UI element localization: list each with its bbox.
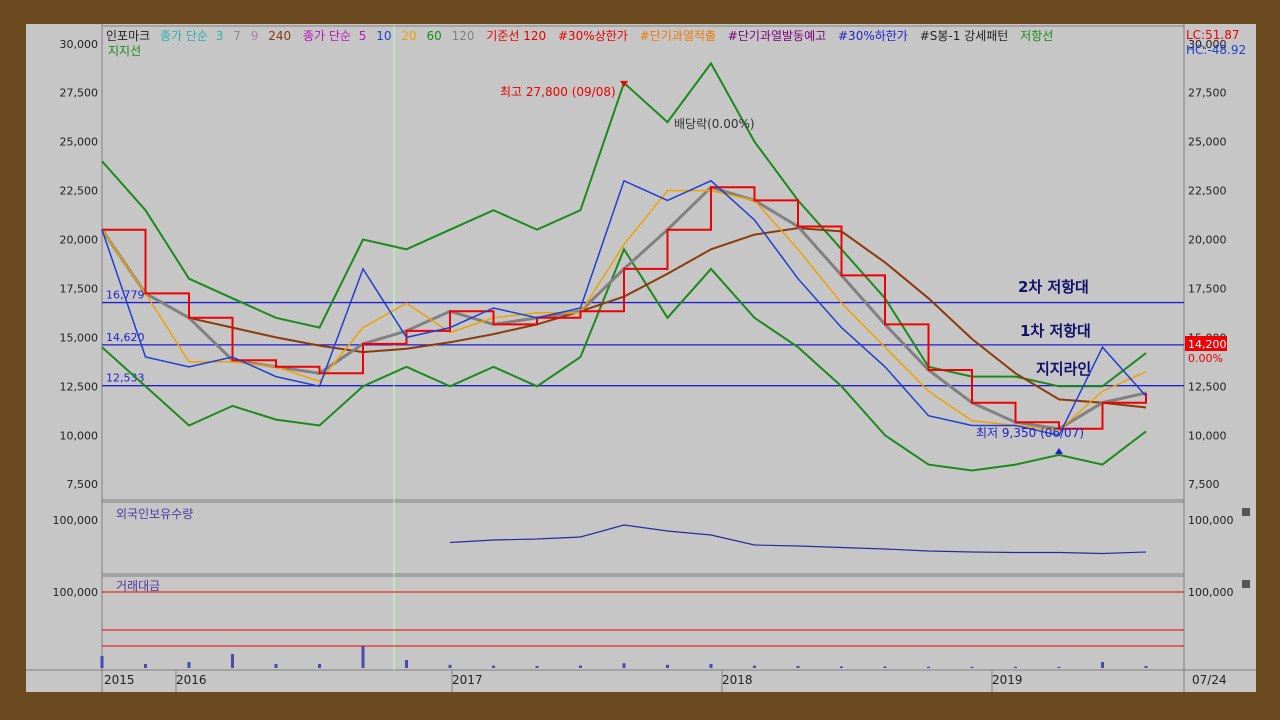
amount-bar xyxy=(100,656,104,668)
y-tick-left: 12,500 xyxy=(60,380,99,393)
price-box-text: 14,200 xyxy=(1188,338,1227,351)
amount-bar xyxy=(927,666,930,668)
y-tick-left: 27,500 xyxy=(60,87,99,100)
x-tick-2015: 2015 xyxy=(104,673,135,687)
x-tick-2019: 2019 xyxy=(992,673,1023,687)
legend-upper: #30%상한가 xyxy=(558,29,628,43)
foreign-holding-panel[interactable] xyxy=(101,501,1185,575)
amount-bar xyxy=(318,664,321,668)
legend-ma-5: 5 xyxy=(359,29,367,43)
amount-bar xyxy=(274,664,278,668)
legend-ma-240: 240 xyxy=(268,29,291,43)
lc-value: LC:51.87 xyxy=(1186,28,1239,42)
panel2-tick-left: 100,000 xyxy=(53,514,99,527)
y-tick-right: 17,500 xyxy=(1188,282,1227,295)
resistance-1-label: 1차 저항대 xyxy=(1020,322,1091,340)
amount-bar xyxy=(448,664,452,668)
legend-ma-label: 종가 단순 xyxy=(160,29,208,43)
panel3-title: 거래대금 xyxy=(116,579,160,593)
hc-value: HC:-48.92 xyxy=(1186,43,1246,57)
amount-bar xyxy=(1101,662,1104,668)
panel3-close-icon[interactable] xyxy=(1242,580,1250,588)
amount-bar xyxy=(1057,666,1061,668)
legend-overheat: #단기과열적출 xyxy=(640,29,716,43)
panel2-close-icon[interactable] xyxy=(1242,508,1250,516)
amount-bar xyxy=(405,660,408,668)
amount-bar xyxy=(796,666,800,668)
legend-ma-label2: 종가 단순 xyxy=(303,29,351,43)
support-line-label: 지지라인 xyxy=(1036,360,1091,378)
amount-bar xyxy=(709,664,713,668)
amount-bar xyxy=(187,662,191,668)
legend-ma-120: 120 xyxy=(452,29,475,43)
amount-bar xyxy=(144,664,147,668)
low-annotation: 최저 9,350 (06/07) xyxy=(976,426,1084,440)
panel3-tick-left: 100,000 xyxy=(53,586,99,599)
y-tick-left: 20,000 xyxy=(60,234,99,247)
y-tick-right: 27,500 xyxy=(1188,87,1227,100)
amount-bar xyxy=(535,666,539,668)
dividend-annotation: 배당락(0.00%) xyxy=(674,117,755,131)
amount-bar xyxy=(1144,666,1148,668)
y-tick-left: 30,000 xyxy=(60,38,99,51)
stock-chart[interactable]: 30,000 30,00027,500 27,50025,000 25,00022,5… xyxy=(26,24,1256,692)
amount-bar xyxy=(883,666,887,668)
legend-support: 지지선 xyxy=(108,44,141,58)
high-annotation: 최고 27,800 (09/08) xyxy=(500,85,616,99)
amount-bar xyxy=(840,666,843,668)
amount-bar xyxy=(970,666,974,668)
legend-ma-10: 10 xyxy=(376,29,391,43)
amount-bar xyxy=(579,665,582,668)
date-label: 07/24 xyxy=(1192,673,1227,687)
amount-bar xyxy=(753,665,756,668)
panel2-tick-right: 100,000 xyxy=(1188,514,1234,527)
y-tick-left: 15,000 xyxy=(60,331,99,344)
legend-overheat-warn: #단기과열발동예고 xyxy=(728,29,826,43)
y-tick-right: 20,000 xyxy=(1188,234,1227,247)
panel3-tick-right: 100,000 xyxy=(1188,586,1234,599)
pct-box-text: 0.00% xyxy=(1188,352,1223,365)
legend-ma-9: 9 xyxy=(251,29,259,43)
x-tick-2017: 2017 xyxy=(452,673,483,687)
legend-name: 인포마크 xyxy=(106,29,150,43)
resistance-2-label: 2차 저항대 xyxy=(1018,278,1089,296)
y-tick-left: 10,000 xyxy=(60,429,99,442)
y-tick-left: 25,000 xyxy=(60,136,99,149)
y-tick-left: 7,500 xyxy=(67,478,99,491)
chart-window: 30,000 30,000 27,500 27,500 25,000 25,000 22,5… xyxy=(26,24,1256,692)
legend-ma-3: 3 xyxy=(216,29,224,43)
legend-ma-60: 60 xyxy=(426,29,441,43)
y-tick-right: 10,000 xyxy=(1188,429,1227,442)
y-tick-right: 7,500 xyxy=(1188,478,1220,491)
legend-base: 기준선 120 xyxy=(486,29,546,43)
trading-amount-panel[interactable] xyxy=(101,575,1185,671)
legend-lower: #30%하한가 xyxy=(838,29,908,43)
x-tick-2018: 2018 xyxy=(722,673,753,687)
amount-bar xyxy=(1014,666,1017,668)
legend-pattern: #S봉-1 강세패턴 xyxy=(920,29,1009,43)
hline-label-2: 12,533 xyxy=(106,372,145,385)
panel2-title: 외국인보유수량 xyxy=(116,507,193,521)
y-tick-right: 22,500 xyxy=(1188,185,1227,198)
x-tick-2016: 2016 xyxy=(176,673,207,687)
y-tick-left: 17,500 xyxy=(60,282,99,295)
legend-ma-20: 20 xyxy=(401,29,416,43)
legend-resistance: 저항선 xyxy=(1020,29,1053,43)
y-tick-left: 22,500 xyxy=(60,185,99,198)
legend-ma-7: 7 xyxy=(233,29,241,43)
amount-bar xyxy=(622,663,626,668)
y-tick-right: 25,000 xyxy=(1188,136,1227,149)
amount-bar xyxy=(666,664,669,668)
y-tick-right: 12,500 xyxy=(1188,380,1227,393)
amount-bar xyxy=(492,665,495,668)
amount-bar xyxy=(231,654,234,668)
amount-bar xyxy=(361,646,365,668)
